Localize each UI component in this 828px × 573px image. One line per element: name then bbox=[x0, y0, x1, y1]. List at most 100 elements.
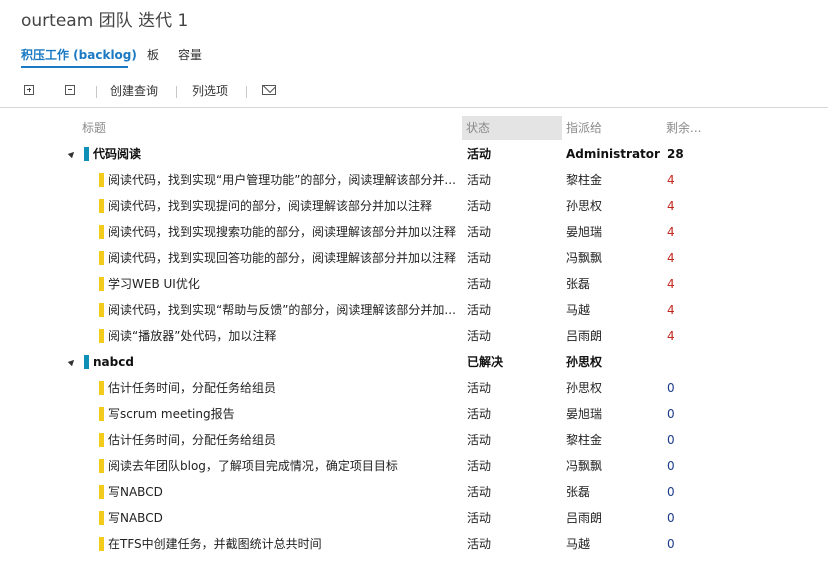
task-title: 阅读代码，找到实现“用户管理功能”的部分，阅读理解该部分并... bbox=[108, 173, 456, 187]
task-state: 活动 bbox=[467, 251, 492, 265]
task-row[interactable]: 阅读代码，找到实现“用户管理功能”的部分，阅读理解该部分并... 活动 黎柱金 4 bbox=[0, 167, 828, 193]
task-title: 写NABCD bbox=[108, 485, 163, 499]
task-title: 写NABCD bbox=[108, 511, 163, 525]
work-item-color-bar bbox=[99, 485, 104, 499]
work-item-color-bar bbox=[99, 173, 104, 187]
task-state: 活动 bbox=[467, 381, 492, 395]
task-row[interactable]: 在TFS中创建任务，并截图统计总共时间 活动 马越 0 bbox=[0, 531, 828, 557]
task-assigned-to: 冯飘飘 bbox=[566, 459, 603, 473]
task-remaining: 4 bbox=[667, 251, 675, 265]
task-row[interactable]: 写scrum meeting报告 活动 晏旭瑞 0 bbox=[0, 401, 828, 427]
work-item-color-bar bbox=[99, 303, 104, 317]
task-row[interactable]: 阅读“播放器”处代码，加以注释 活动 吕雨朗 4 bbox=[0, 323, 828, 349]
task-remaining: 0 bbox=[667, 485, 675, 499]
work-item-color-bar bbox=[99, 199, 104, 213]
task-assigned-to: 晏旭瑞 bbox=[566, 225, 603, 239]
task-assigned-to: 张磊 bbox=[566, 485, 591, 499]
task-remaining: 4 bbox=[667, 199, 675, 213]
task-state: 活动 bbox=[467, 459, 492, 473]
column-header-remaining[interactable]: 剩余... bbox=[666, 116, 701, 140]
task-assigned-to: 吕雨朗 bbox=[566, 511, 603, 525]
expand-all-icon[interactable] bbox=[24, 85, 34, 95]
toolbar-separator bbox=[176, 86, 177, 98]
task-state: 活动 bbox=[467, 537, 492, 551]
task-assigned-to: 黎柱金 bbox=[566, 173, 603, 187]
toolbar-separator bbox=[246, 86, 247, 98]
group-state: 活动 bbox=[467, 147, 492, 161]
task-row[interactable]: 阅读代码，找到实现回答功能的部分，阅读理解该部分并加以注释 活动 冯飘飘 4 bbox=[0, 245, 828, 271]
task-title: 写scrum meeting报告 bbox=[108, 407, 235, 421]
task-state: 活动 bbox=[467, 277, 492, 291]
task-row[interactable]: 估计任务时间，分配任务给组员 活动 孙思权 0 bbox=[0, 375, 828, 401]
mail-icon[interactable] bbox=[262, 85, 276, 95]
task-title: 阅读“播放器”处代码，加以注释 bbox=[108, 329, 277, 343]
work-item-color-bar bbox=[99, 329, 104, 343]
task-row[interactable]: 写NABCD 活动 张磊 0 bbox=[0, 479, 828, 505]
task-assigned-to: 冯飘飘 bbox=[566, 251, 603, 265]
tab-capacity[interactable]: 容量 bbox=[178, 46, 202, 63]
task-assigned-to: 马越 bbox=[566, 537, 591, 551]
group-title: 代码阅读 bbox=[93, 147, 142, 161]
task-remaining: 0 bbox=[667, 511, 675, 525]
task-title: 估计任务时间，分配任务给组员 bbox=[108, 381, 277, 395]
task-row[interactable]: 阅读代码，找到实现搜索功能的部分，阅读理解该部分并加以注释 活动 晏旭瑞 4 bbox=[0, 219, 828, 245]
group-state: 已解决 bbox=[467, 355, 504, 369]
task-state: 活动 bbox=[467, 407, 492, 421]
group-assigned-to: Administrator bbox=[566, 147, 660, 161]
task-title: 在TFS中创建任务，并截图统计总共时间 bbox=[108, 537, 322, 551]
task-state: 活动 bbox=[467, 303, 492, 317]
task-remaining: 0 bbox=[667, 381, 675, 395]
task-remaining: 4 bbox=[667, 277, 675, 291]
group-row[interactable]: 代码阅读 活动 Administrator 28 bbox=[0, 141, 828, 167]
task-remaining: 0 bbox=[667, 459, 675, 473]
task-remaining: 4 bbox=[667, 329, 675, 343]
task-row[interactable]: 写NABCD 活动 吕雨朗 0 bbox=[0, 505, 828, 531]
tab-backlog[interactable]: 积压工作 (backlog) bbox=[21, 46, 137, 63]
task-assigned-to: 孙思权 bbox=[566, 381, 603, 395]
toolbar-separator bbox=[96, 86, 97, 98]
work-item-color-bar bbox=[99, 459, 104, 473]
task-state: 活动 bbox=[467, 433, 492, 447]
tab-board[interactable]: 板 bbox=[147, 46, 159, 63]
column-header-assigned-to[interactable]: 指派给 bbox=[566, 116, 602, 140]
work-item-color-bar bbox=[99, 381, 104, 395]
column-options-button[interactable]: 列选项 bbox=[192, 82, 228, 99]
column-header-state[interactable]: 状态 bbox=[462, 116, 562, 140]
work-item-color-bar bbox=[99, 277, 104, 291]
group-row[interactable]: nabcd 已解决 孙思权 bbox=[0, 349, 828, 375]
group-title: nabcd bbox=[93, 355, 134, 369]
create-query-button[interactable]: 创建查询 bbox=[110, 82, 158, 99]
collapse-triangle-icon[interactable] bbox=[67, 357, 77, 367]
collapse-all-icon[interactable] bbox=[65, 85, 75, 95]
task-row[interactable]: 阅读代码，找到实现提问的部分，阅读理解该部分并加以注释 活动 孙思权 4 bbox=[0, 193, 828, 219]
work-item-color-bar bbox=[99, 433, 104, 447]
task-title: 阅读代码，找到实现搜索功能的部分，阅读理解该部分并加以注释 bbox=[108, 225, 457, 239]
column-header-title[interactable]: 标题 bbox=[82, 116, 106, 140]
task-state: 活动 bbox=[467, 485, 492, 499]
task-row[interactable]: 阅读去年团队blog，了解项目完成情况，确定项目目标 活动 冯飘飘 0 bbox=[0, 453, 828, 479]
task-row[interactable]: 阅读代码，找到实现“帮助与反馈”的部分，阅读理解该部分并加... 活动 马越 4 bbox=[0, 297, 828, 323]
task-remaining: 0 bbox=[667, 537, 675, 551]
work-item-color-bar bbox=[99, 537, 104, 551]
task-assigned-to: 吕雨朗 bbox=[566, 329, 603, 343]
collapse-triangle-icon[interactable] bbox=[67, 149, 77, 159]
work-item-color-bar bbox=[84, 355, 89, 369]
task-row[interactable]: 学习WEB UI优化 活动 张磊 4 bbox=[0, 271, 828, 297]
work-item-color-bar bbox=[84, 147, 89, 161]
task-title: 学习WEB UI优化 bbox=[108, 277, 200, 291]
task-row[interactable]: 估计任务时间，分配任务给组员 活动 黎柱金 0 bbox=[0, 427, 828, 453]
task-remaining: 4 bbox=[667, 173, 675, 187]
work-item-color-bar bbox=[99, 407, 104, 421]
group-remaining: 28 bbox=[667, 147, 684, 161]
task-remaining: 4 bbox=[667, 225, 675, 239]
task-remaining: 4 bbox=[667, 303, 675, 317]
work-item-color-bar bbox=[99, 225, 104, 239]
work-item-color-bar bbox=[99, 251, 104, 265]
toolbar-divider bbox=[0, 107, 828, 108]
task-state: 活动 bbox=[467, 511, 492, 525]
active-tab-indicator bbox=[21, 66, 128, 68]
toolbar: 创建查询 列选项 bbox=[0, 80, 828, 102]
task-state: 活动 bbox=[467, 329, 492, 343]
work-item-color-bar bbox=[99, 511, 104, 525]
task-assigned-to: 黎柱金 bbox=[566, 433, 603, 447]
